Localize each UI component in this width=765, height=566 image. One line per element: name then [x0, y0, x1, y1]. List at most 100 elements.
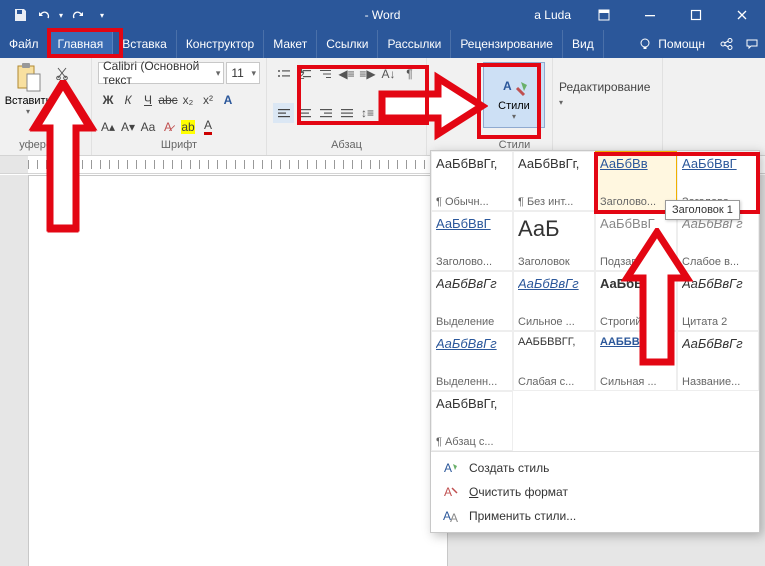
- create-style-menuitem[interactable]: A Создать стиль: [431, 456, 759, 480]
- style-cell[interactable]: АаБбВвГг,¶ Абзац с...: [431, 391, 513, 451]
- lightbulb-icon: [638, 37, 652, 51]
- line-spacing-button[interactable]: ↕≡: [357, 103, 378, 123]
- tab-view[interactable]: Вид: [563, 30, 604, 58]
- increase-indent-button[interactable]: ≡▶: [357, 64, 378, 84]
- menu-label: Создать стиль: [469, 461, 549, 475]
- undo-icon[interactable]: [32, 0, 56, 30]
- font-color-button[interactable]: A: [198, 117, 218, 137]
- help-label: Помощн: [658, 37, 705, 51]
- tab-design[interactable]: Конструктор: [177, 30, 264, 58]
- style-name: ¶ Абзац с...: [436, 436, 508, 448]
- apply-styles-menuitem[interactable]: AA Применить стили...: [431, 504, 759, 528]
- tab-references[interactable]: Ссылки: [317, 30, 378, 58]
- style-cell[interactable]: АаБЗаголовок: [513, 211, 595, 271]
- style-cell[interactable]: АаБбВвГг Выделение: [431, 271, 513, 331]
- apply-styles-icon: AA: [443, 508, 459, 524]
- font-size-combo[interactable]: 11 ▾: [226, 62, 260, 84]
- menu-label: Применить стили...: [469, 509, 576, 523]
- strike-button[interactable]: abc: [158, 90, 178, 110]
- tab-file[interactable]: Файл: [0, 30, 49, 58]
- group-editing: Редактирование ▾: [553, 58, 663, 155]
- font-name-value: Calibri (Основной текст: [103, 59, 219, 87]
- undo-dropdown-icon[interactable]: ▾: [56, 0, 66, 30]
- tell-me[interactable]: Помощн: [630, 30, 713, 58]
- title-bar: ▾ ▾ - Word a Luda: [0, 0, 765, 30]
- multilevel-button[interactable]: [315, 64, 336, 84]
- font-group-label: Шрифт: [98, 139, 260, 153]
- style-name: Заголово...: [436, 256, 508, 268]
- group-styles: A Стили ▾ Стили: [477, 58, 553, 155]
- style-preview: АаБбВвГг: [518, 276, 590, 291]
- styles-button[interactable]: A Стили ▾: [483, 62, 545, 128]
- bold-button[interactable]: Ж: [98, 90, 118, 110]
- style-name: Сильное ...: [518, 316, 590, 328]
- style-name: ¶ Обычн...: [436, 196, 508, 208]
- editing-label: Редактирование: [559, 80, 650, 94]
- style-cell[interactable]: АаБбВвГг Выделенн...: [431, 331, 513, 391]
- italic-button[interactable]: К: [118, 90, 138, 110]
- arrow-up-icon: [621, 228, 693, 368]
- subscript-button[interactable]: x₂: [178, 90, 198, 110]
- svg-text:A: A: [450, 511, 458, 524]
- tab-review[interactable]: Рецензирование: [451, 30, 563, 58]
- arrow-up-fill: [28, 80, 98, 240]
- style-name: Заголовок: [518, 256, 590, 268]
- underline-button[interactable]: Ч: [138, 90, 158, 110]
- style-name: Заголово...: [600, 196, 672, 208]
- comments-icon[interactable]: [739, 30, 765, 58]
- superscript-button[interactable]: x²: [198, 90, 218, 110]
- font-name-combo[interactable]: Calibri (Основной текст▾: [98, 62, 224, 84]
- maximize-icon[interactable]: [673, 0, 719, 30]
- clear-format-button[interactable]: A̷: [158, 117, 178, 137]
- align-right-button[interactable]: [315, 103, 336, 123]
- chevron-down-icon: ▾: [251, 68, 256, 79]
- bullets-button[interactable]: [273, 64, 294, 84]
- ribbon-options-icon[interactable]: [581, 0, 627, 30]
- highlight-button[interactable]: ab: [178, 117, 198, 137]
- style-preview: АаБбВвГг: [436, 276, 508, 291]
- create-style-icon: A: [443, 460, 459, 476]
- justify-button[interactable]: [336, 103, 357, 123]
- svg-text:A: A: [444, 485, 452, 499]
- redo-icon[interactable]: [66, 0, 90, 30]
- minimize-icon[interactable]: [627, 0, 673, 30]
- style-preview: ААББВВГГ,: [518, 336, 590, 348]
- style-cell[interactable]: АаБбВвГг, ¶ Без инт...: [513, 151, 595, 211]
- tab-insert[interactable]: Вставка: [113, 30, 177, 58]
- style-cell[interactable]: АаБбВвГЗаголово...: [431, 211, 513, 271]
- editing-button[interactable]: Редактирование ▾: [559, 80, 656, 108]
- qa-customize-icon[interactable]: ▾: [90, 0, 114, 30]
- style-name: Выделенн...: [436, 376, 508, 388]
- shrink-font-button[interactable]: A▾: [118, 117, 138, 137]
- text-effects-button[interactable]: A: [218, 90, 238, 110]
- style-preview: АаБбВвГг,: [436, 156, 508, 171]
- decrease-indent-button[interactable]: ◀≡: [336, 64, 357, 84]
- grow-font-button[interactable]: A▴: [98, 117, 118, 137]
- share-icon[interactable]: [713, 30, 739, 58]
- numbering-button[interactable]: 12: [294, 64, 315, 84]
- style-name: ¶ Без инт...: [518, 196, 590, 208]
- clear-format-menuitem[interactable]: A Очистить формат: [431, 480, 759, 504]
- save-icon[interactable]: [8, 0, 32, 30]
- svg-text:2: 2: [298, 68, 305, 80]
- tab-home[interactable]: Главная: [49, 30, 114, 58]
- tab-layout[interactable]: Макет: [264, 30, 317, 58]
- close-icon[interactable]: [719, 0, 765, 30]
- user-name[interactable]: a Luda: [524, 8, 581, 22]
- change-case-button[interactable]: Aa: [138, 117, 158, 137]
- style-preview: АаБбВвГг,: [518, 156, 590, 171]
- style-name: Выделение: [436, 316, 508, 328]
- style-cell[interactable]: ААББВВГГ,Слабая с...: [513, 331, 595, 391]
- styles-icon: A: [499, 70, 529, 98]
- font-size-value: 11: [231, 66, 243, 80]
- chevron-down-icon: ▾: [216, 68, 221, 79]
- align-left-button[interactable]: [273, 103, 294, 123]
- style-preview: АаБбВв: [600, 156, 672, 171]
- style-cell[interactable]: АаБбВвГг, ¶ Обычн...: [431, 151, 513, 211]
- style-cell[interactable]: АаБбВвГг Сильное ...: [513, 271, 595, 331]
- style-preview: АаБбВвГг: [436, 336, 508, 351]
- clear-format-icon: A: [443, 484, 459, 500]
- align-center-button[interactable]: [294, 103, 315, 123]
- style-name: Название...: [682, 376, 754, 388]
- tab-mailings[interactable]: Рассылки: [378, 30, 451, 58]
